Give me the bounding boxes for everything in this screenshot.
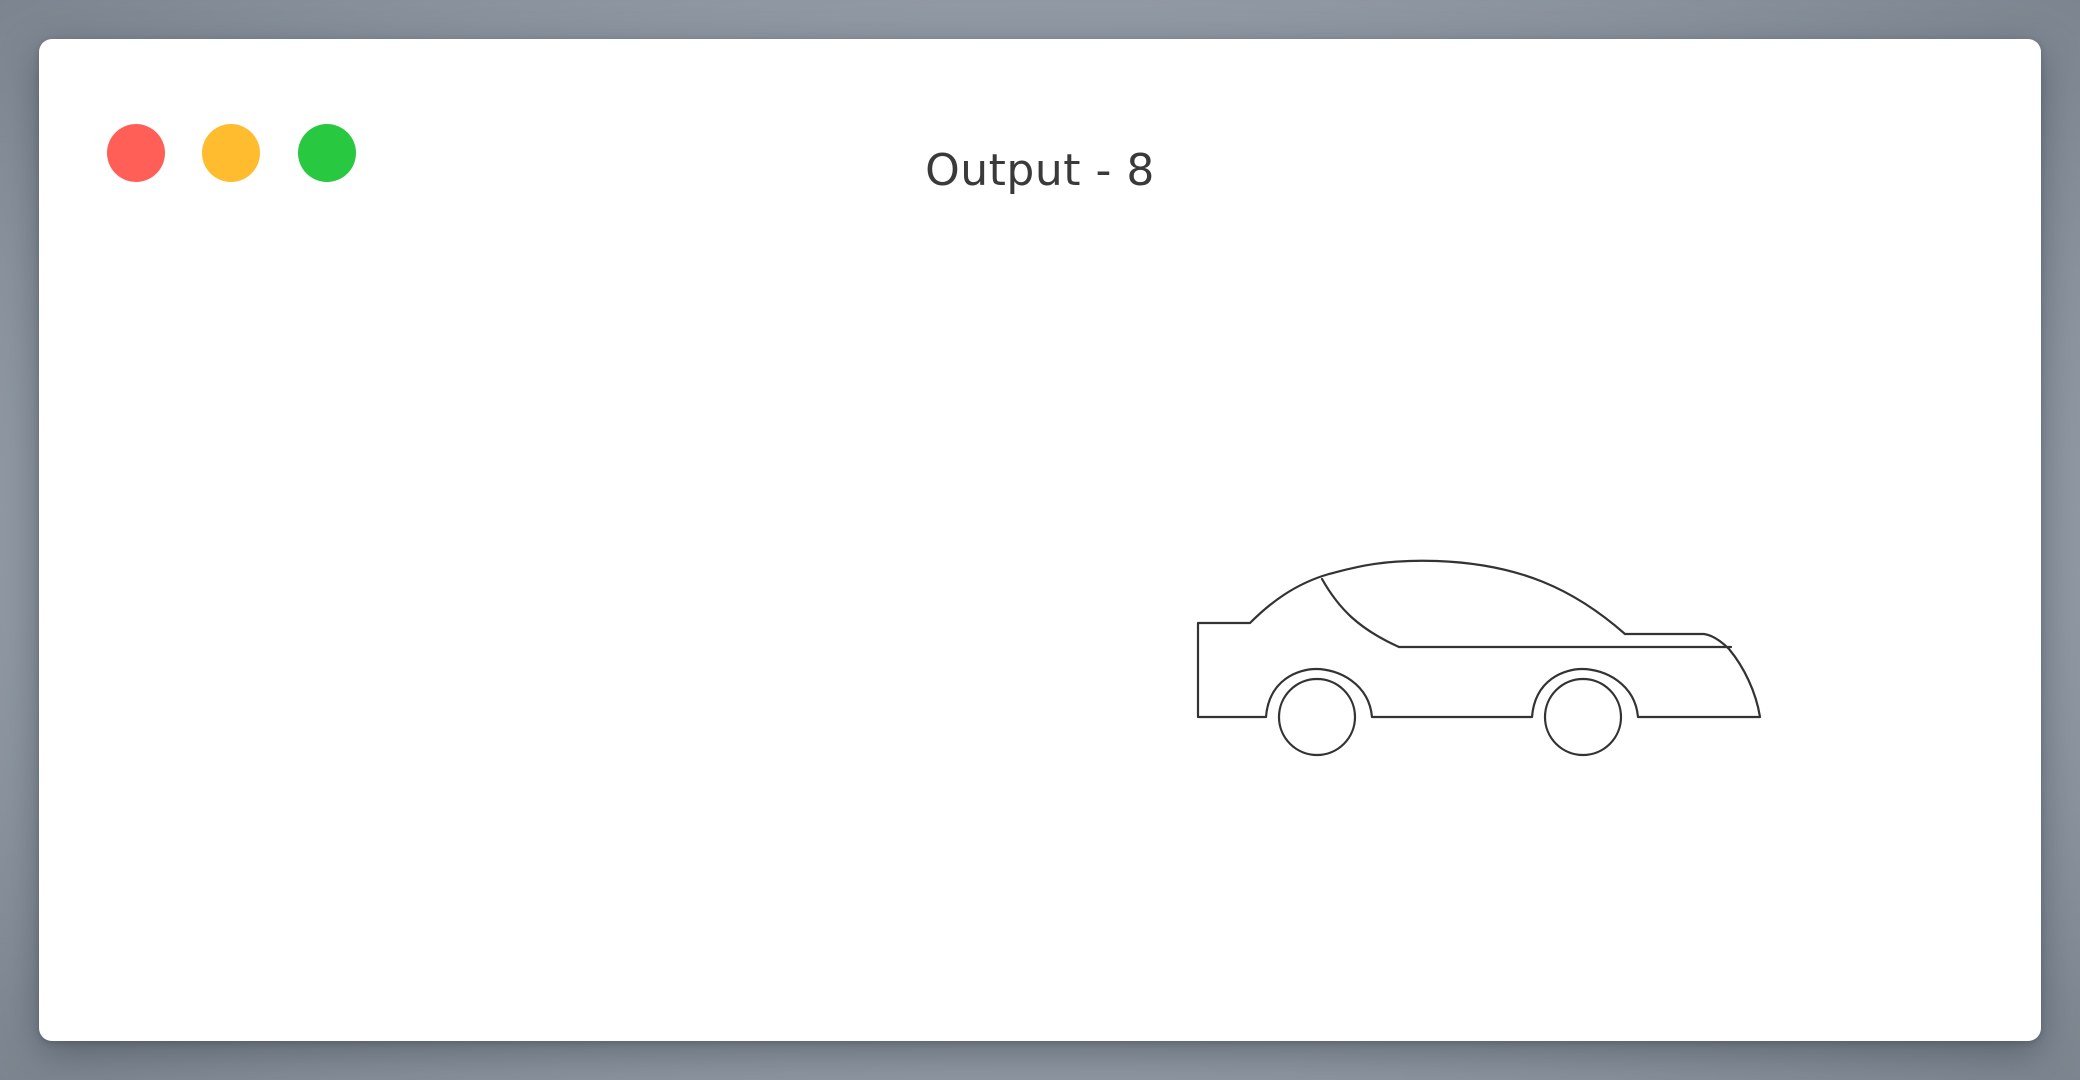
output-window: Output - 8 — [39, 39, 2041, 1041]
car-drawing — [1196, 559, 1762, 757]
rear-wheel — [1277, 677, 1357, 757]
front-wheel — [1543, 677, 1623, 757]
car-window-line — [1320, 577, 1733, 649]
drawing-canvas — [39, 209, 2041, 1041]
car-body-outline — [1196, 559, 1762, 719]
title-bar[interactable]: Output - 8 — [39, 39, 2041, 209]
window-title: Output - 8 — [925, 145, 1155, 196]
